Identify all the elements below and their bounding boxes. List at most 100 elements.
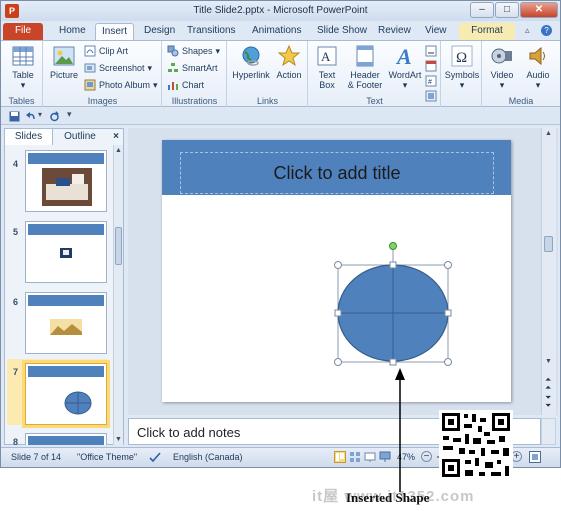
video-button[interactable]: Video ▾ bbox=[485, 44, 519, 90]
resize-handle[interactable] bbox=[444, 261, 452, 269]
shapes-label: Shapes bbox=[182, 46, 213, 56]
undo-icon[interactable] bbox=[25, 111, 36, 122]
action-button[interactable]: Action bbox=[274, 44, 304, 80]
zoom-out-icon[interactable]: − bbox=[421, 451, 432, 462]
scroll-thumb[interactable] bbox=[115, 227, 122, 265]
scroll-down-icon[interactable]: ▼ bbox=[545, 358, 552, 365]
action-label: Action bbox=[276, 70, 302, 80]
maximize-button[interactable]: □ bbox=[495, 2, 519, 18]
scroll-up-icon[interactable]: ▲ bbox=[545, 130, 552, 137]
wordart-button[interactable]: A WordArt ▾ bbox=[387, 44, 423, 90]
tab-outline[interactable]: Outline bbox=[54, 129, 106, 145]
slide-thumbnail-7[interactable] bbox=[25, 363, 107, 425]
group-links: Hyperlink Action Links bbox=[228, 41, 308, 107]
slide-number-icon[interactable]: # bbox=[425, 75, 437, 87]
save-icon[interactable] bbox=[9, 111, 20, 122]
photo-album-button[interactable]: Photo Album ▾ bbox=[84, 79, 158, 91]
tab-review[interactable]: Review bbox=[372, 23, 417, 40]
thumbnail-title-bar bbox=[28, 366, 104, 377]
next-slide-icon[interactable]: ⏷ ⏷ bbox=[545, 394, 551, 410]
dropdown-arrow-icon: ▾ bbox=[20, 80, 26, 90]
tab-file[interactable]: File bbox=[3, 23, 43, 40]
customize-qat-icon[interactable]: ▾ bbox=[67, 109, 72, 120]
thumbnail-title-bar bbox=[28, 224, 104, 235]
window-controls: – □ ✕ bbox=[470, 2, 558, 18]
current-slide[interactable]: Click to add title bbox=[162, 140, 511, 402]
screenshot-button[interactable]: Screenshot ▾ bbox=[84, 62, 152, 74]
notes-scrollbar[interactable] bbox=[541, 418, 556, 445]
language-indicator[interactable]: English (Canada) bbox=[173, 452, 243, 462]
normal-view-icon[interactable] bbox=[334, 451, 346, 463]
scroll-down-icon[interactable]: ▼ bbox=[115, 436, 122, 443]
symbols-label: Symbols bbox=[444, 70, 480, 80]
resize-handle[interactable] bbox=[444, 309, 452, 317]
audio-button[interactable]: Audio ▾ bbox=[521, 44, 555, 90]
slide-thumbnail-8[interactable] bbox=[25, 433, 107, 445]
slide-thumbnail-6[interactable] bbox=[25, 292, 107, 354]
slide-show-icon[interactable] bbox=[379, 451, 391, 463]
help-icon[interactable]: ? bbox=[541, 25, 552, 36]
title-placeholder[interactable]: Click to add title bbox=[180, 152, 494, 194]
smartart-button[interactable]: SmartArt bbox=[167, 62, 218, 74]
resize-handle[interactable] bbox=[334, 261, 342, 269]
symbols-button[interactable]: Ω Symbols ▾ bbox=[444, 44, 480, 90]
group-tables: Table ▾ Tables bbox=[1, 41, 43, 107]
spell-check-icon[interactable] bbox=[149, 452, 161, 463]
minimize-button[interactable]: – bbox=[470, 2, 494, 18]
slide-sorter-icon[interactable] bbox=[349, 451, 361, 463]
header-footer-label-1: Header bbox=[350, 70, 380, 80]
clip-art-button[interactable]: Clip Art bbox=[84, 45, 128, 57]
hyperlink-button[interactable]: Hyperlink bbox=[230, 44, 272, 80]
close-button[interactable]: ✕ bbox=[520, 2, 558, 18]
header-footer-button[interactable]: Header & Footer bbox=[343, 44, 387, 90]
undo-dropdown-icon[interactable]: ▾ bbox=[38, 110, 42, 119]
close-pane-icon[interactable]: × bbox=[109, 129, 123, 145]
reading-view-icon[interactable] bbox=[364, 451, 376, 463]
text-box-button[interactable]: A Text Box bbox=[313, 44, 341, 90]
scroll-up-icon[interactable]: ▲ bbox=[115, 147, 122, 154]
signature-line-icon[interactable] bbox=[425, 45, 437, 57]
rotation-handle[interactable] bbox=[389, 242, 397, 250]
slide-counter: Slide 7 of 14 bbox=[11, 452, 62, 462]
previous-slide-icon[interactable]: ⏶ ⏶ bbox=[545, 376, 551, 392]
slide-thumbnail-5[interactable] bbox=[25, 221, 107, 283]
screenshot-label: Screenshot bbox=[99, 63, 145, 73]
dropdown-arrow-icon: ▾ bbox=[535, 80, 541, 90]
shapes-icon bbox=[167, 45, 179, 57]
tab-format[interactable]: Format bbox=[459, 23, 515, 40]
resize-handle[interactable] bbox=[334, 358, 342, 366]
tab-home[interactable]: Home bbox=[53, 23, 92, 40]
tab-slides[interactable]: Slides bbox=[5, 129, 53, 145]
minimize-ribbon-icon[interactable]: ▵ bbox=[525, 25, 530, 36]
resize-handle[interactable] bbox=[389, 261, 397, 269]
slide-thumbnail-4[interactable] bbox=[25, 150, 107, 212]
table-button[interactable]: Table ▾ bbox=[10, 44, 36, 90]
smartart-label: SmartArt bbox=[182, 63, 218, 73]
view-buttons bbox=[334, 451, 391, 463]
notes-placeholder[interactable]: Click to add notes bbox=[137, 425, 240, 440]
resize-handle[interactable] bbox=[389, 358, 397, 366]
tab-view[interactable]: View bbox=[419, 23, 453, 40]
scroll-thumb[interactable] bbox=[544, 236, 553, 252]
fit-to-window-icon[interactable] bbox=[529, 451, 541, 463]
tab-animations[interactable]: Animations bbox=[246, 23, 307, 40]
date-time-icon[interactable] bbox=[425, 60, 437, 72]
tab-transitions[interactable]: Transitions bbox=[181, 23, 242, 40]
landscape-photo-image bbox=[50, 319, 82, 335]
shapes-button[interactable]: Shapes ▾ bbox=[167, 45, 220, 57]
picture-button[interactable]: Picture bbox=[48, 44, 80, 80]
group-label-text: Text bbox=[366, 96, 383, 106]
slide-area-scrollbar[interactable]: ▲ ▼ ⏶ ⏶ ⏷ ⏷ bbox=[541, 128, 556, 415]
tab-insert[interactable]: Insert bbox=[95, 23, 135, 40]
inserted-oval-shape[interactable] bbox=[334, 242, 454, 370]
tab-design[interactable]: Design bbox=[138, 23, 181, 40]
video-film-icon bbox=[491, 48, 512, 64]
resize-handle[interactable] bbox=[444, 358, 452, 366]
tab-slide-show[interactable]: Slide Show bbox=[311, 23, 373, 40]
chart-button[interactable]: Chart bbox=[167, 79, 204, 91]
thumbnail-oval-shape bbox=[64, 391, 92, 415]
redo-icon[interactable] bbox=[49, 111, 60, 122]
clip-art-icon bbox=[84, 45, 96, 57]
resize-handle[interactable] bbox=[334, 309, 342, 317]
slides-pane-scrollbar[interactable]: ▲ ▼ bbox=[113, 145, 123, 445]
